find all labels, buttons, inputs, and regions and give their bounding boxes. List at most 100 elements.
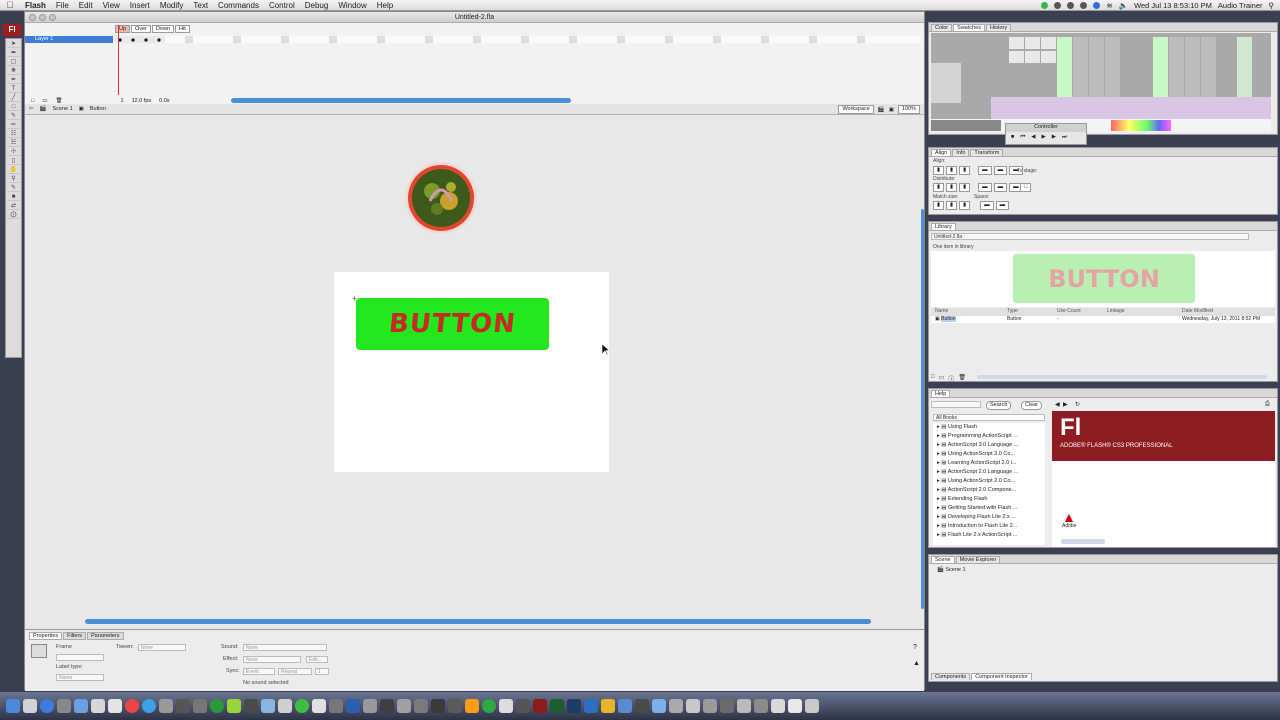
gradient-swatches[interactable] <box>931 119 1271 132</box>
play-icon[interactable]: ▶ <box>1042 134 1046 141</box>
help-book-item[interactable]: ▸ ▤ Using ActionScript 2.0 Co... <box>937 477 1045 486</box>
tab-history[interactable]: History <box>986 24 1012 31</box>
frame-grid[interactable] <box>115 36 921 43</box>
tab-align[interactable]: Align <box>931 149 952 156</box>
app-icon[interactable] <box>635 699 649 713</box>
lasso-tool-icon[interactable]: ❋ <box>7 67 20 75</box>
app-icon[interactable] <box>57 699 71 713</box>
app-icon[interactable] <box>329 699 343 713</box>
distribute-center-icon[interactable]: ▬ <box>993 183 1008 192</box>
effect-select[interactable]: None <box>243 656 301 663</box>
app-icon[interactable] <box>448 699 462 713</box>
help-book-item[interactable]: ▸ ▤ Flash Lite 2.x ActionScript ... <box>937 531 1045 540</box>
breadcrumb-scene[interactable]: Scene 1 <box>52 106 72 112</box>
apple-menu-icon[interactable]:  <box>0 0 20 10</box>
app-icon[interactable] <box>618 699 632 713</box>
app-icon[interactable] <box>465 699 479 713</box>
zoom-select[interactable]: 100% <box>897 105 920 114</box>
documents-stack-icon[interactable] <box>788 699 802 713</box>
help-icon[interactable]: ? <box>913 644 917 651</box>
ink-bottle-tool-icon[interactable]: ☷ <box>7 130 20 138</box>
status-app-icon[interactable] <box>1080 2 1088 9</box>
menu-user[interactable]: Audio Trainer <box>1218 1 1263 10</box>
properties-icon[interactable]: ⓘ <box>948 374 954 383</box>
app-icon[interactable] <box>159 699 173 713</box>
tab-transform[interactable]: Transform <box>970 149 1004 156</box>
app-icon[interactable] <box>703 699 717 713</box>
pen-tool-icon[interactable]: ✒ <box>7 76 20 84</box>
spotlight-icon[interactable]: ⚲ <box>1269 1 1275 10</box>
delete-layer-icon[interactable]: 🗑 <box>56 98 63 104</box>
paint-bucket-tool-icon[interactable]: ☵ <box>7 139 20 147</box>
help-forward-icon[interactable]: ▶ <box>1063 401 1068 408</box>
align-middle-icon[interactable]: ▬ <box>993 166 1008 175</box>
app-icon[interactable] <box>380 699 394 713</box>
app-icon[interactable] <box>652 699 666 713</box>
menu-edit[interactable]: Edit <box>74 1 98 10</box>
new-folder-icon[interactable]: ▭ <box>939 374 945 383</box>
distribute-left-icon[interactable]: ▬ <box>978 183 992 192</box>
button-symbol[interactable]: BUTTON <box>356 298 549 350</box>
app-icon[interactable] <box>516 699 530 713</box>
app-icon[interactable] <box>601 699 615 713</box>
app-icon[interactable] <box>584 699 598 713</box>
align-top-icon[interactable]: ▬ <box>978 166 992 175</box>
dashboard-icon[interactable] <box>23 699 37 713</box>
tween-select[interactable]: None <box>138 644 186 651</box>
status-app-icon[interactable] <box>1054 2 1062 9</box>
photoshop-dock-icon[interactable] <box>567 699 581 713</box>
zoom-tool-icon[interactable]: ⚲ <box>7 175 20 183</box>
tab-components[interactable]: Components <box>931 673 971 680</box>
library-file-select[interactable]: Untitled-2.fla <box>931 233 1249 240</box>
finder-icon[interactable] <box>6 699 20 713</box>
tab-filters[interactable]: Filters <box>63 632 87 640</box>
app-icon[interactable] <box>669 699 683 713</box>
app-icon[interactable] <box>686 699 700 713</box>
distribute-top-icon[interactable]: ▮ <box>933 183 945 192</box>
help-scrollbar[interactable] <box>1061 539 1105 544</box>
add-folder-icon[interactable]: ▭ <box>42 98 47 104</box>
help-book-item[interactable]: ▸ ▤ Using Flash <box>937 423 1045 432</box>
selection-tool-icon[interactable]: ➤ <box>7 40 20 48</box>
brush-tool-icon[interactable]: ✏ <box>7 121 20 129</box>
help-book-item[interactable]: ▸ ▤ Introduction to Flash Lite 2... <box>937 522 1045 531</box>
tab-scene[interactable]: Scene <box>931 556 955 563</box>
app-icon[interactable] <box>142 699 156 713</box>
help-book-item[interactable]: ▸ ▤ Learning ActionScript 2.0 i... <box>937 459 1045 468</box>
playhead[interactable] <box>118 25 119 95</box>
scene-list-item[interactable]: 🎬 Scene 1 <box>937 567 966 573</box>
menu-modify[interactable]: Modify <box>155 1 189 10</box>
eraser-tool-icon[interactable]: ▯ <box>7 157 20 165</box>
rectangle-tool-icon[interactable]: □ <box>7 103 20 111</box>
tab-help[interactable]: Help <box>931 390 951 397</box>
menu-window[interactable]: Window <box>333 1 371 10</box>
library-scrollbar[interactable] <box>977 375 1267 379</box>
edit-scene-icon[interactable]: 🎬 <box>878 107 885 113</box>
step-back-icon[interactable]: ◀ <box>1031 134 1035 141</box>
column-use-count[interactable]: Use Count <box>1057 308 1107 316</box>
fill-color-icon[interactable]: ■ <box>7 193 20 201</box>
tab-component-inspector[interactable]: Component Inspector <box>971 673 1032 680</box>
rewind-icon[interactable]: ⏮ <box>1020 134 1025 141</box>
state-over[interactable]: Over <box>131 25 151 33</box>
help-clear-button[interactable]: Clear <box>1021 401 1043 410</box>
edit-symbols-icon[interactable]: ▣ <box>889 107 894 113</box>
distribute-bottom-icon[interactable]: ▮ <box>959 183 971 192</box>
tab-movie-explorer[interactable]: Movie Explorer <box>955 556 1001 563</box>
step-forward-icon[interactable]: ▶ <box>1052 134 1056 141</box>
tab-info[interactable]: Info <box>952 149 970 156</box>
close-window-icon[interactable] <box>29 14 36 21</box>
help-book-item[interactable]: ▸ ▤ Getting Started with Flash ... <box>937 504 1045 513</box>
stop-icon[interactable]: ■ <box>1011 134 1014 141</box>
expand-icon[interactable]: ▲ <box>913 660 920 667</box>
frame-name-input[interactable] <box>56 654 104 661</box>
app-icon[interactable] <box>312 699 326 713</box>
label-type-select[interactable]: Name <box>56 674 104 681</box>
distribute-middle-icon[interactable]: ▮ <box>946 183 958 192</box>
go-to-end-icon[interactable]: ⏭ <box>1062 134 1067 141</box>
menu-clock[interactable]: Wed Jul 13 8:53:10 PM <box>1134 1 1212 10</box>
swatch-grid[interactable] <box>931 33 1271 119</box>
stage-vertical-scrollbar[interactable] <box>921 209 924 609</box>
tab-color[interactable]: Color <box>931 24 953 31</box>
library-row[interactable]: ▣ Button Button - Wednesday, July 13, 20… <box>931 316 1275 323</box>
